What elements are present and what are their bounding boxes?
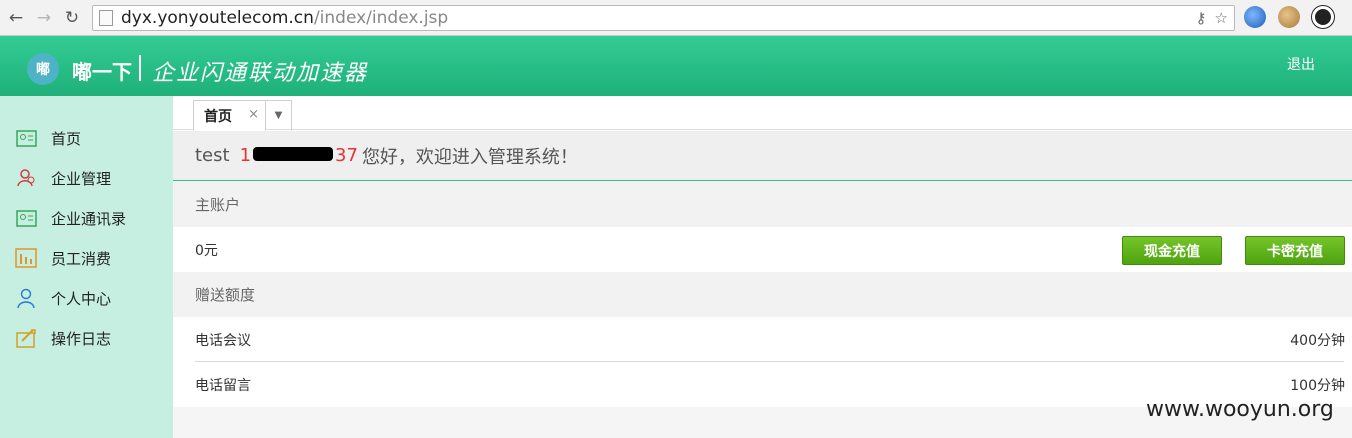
address-bar[interactable]: dyx.yonyoutelecom.cn /index/index.jsp ⚷ … xyxy=(92,5,1235,31)
sidebar-item-consumption[interactable]: 员工消费 xyxy=(0,238,173,278)
ghost-extension-icon[interactable] xyxy=(1312,6,1334,28)
welcome-phone: 1 37 xyxy=(240,145,358,166)
sidebar-item-enterprise[interactable]: 企业管理 xyxy=(0,158,173,198)
app-title: 嘟一下 xyxy=(72,60,132,84)
cookie-extension-icon[interactable] xyxy=(1278,6,1300,28)
title-divider xyxy=(139,55,141,81)
sidebar-item-profile[interactable]: 个人中心 xyxy=(0,278,173,318)
redaction-mark xyxy=(253,147,334,161)
contacts-icon xyxy=(15,208,37,228)
log-icon xyxy=(15,328,37,348)
main-account-header: 主账户 xyxy=(173,182,1352,227)
sidebar-item-label: 企业通讯录 xyxy=(51,209,127,228)
balance-row: 0元 现金充值 卡密充值 xyxy=(173,227,1352,272)
star-icon[interactable]: ☆ xyxy=(1215,9,1228,27)
balance-value: 0元 xyxy=(195,242,218,259)
sidebar-item-label: 操作日志 xyxy=(51,329,112,348)
sidebar-item-label: 个人中心 xyxy=(51,289,112,308)
app-header: 嘟 嘟一下 企业闪通联动加速器 退出 xyxy=(0,36,1352,96)
row-label: 电话留言 xyxy=(195,377,251,394)
id-card-icon xyxy=(15,128,37,148)
row-value: 100分钟 xyxy=(1290,377,1345,394)
sidebar-item-home[interactable]: 首页 xyxy=(0,118,173,158)
reload-icon[interactable]: ↻ xyxy=(60,6,84,30)
card-recharge-button[interactable]: 卡密充值 xyxy=(1245,236,1345,265)
app-subtitle: 企业闪通联动加速器 xyxy=(152,61,369,86)
person-icon xyxy=(15,288,37,308)
section-title: 赠送额度 xyxy=(195,286,256,304)
table-row: 电话会议 400分钟 xyxy=(173,317,1352,362)
tab-label: 首页 xyxy=(204,108,232,125)
page-icon xyxy=(99,10,113,26)
welcome-user: test xyxy=(195,145,230,166)
forward-arrow-icon[interactable]: → xyxy=(32,6,56,30)
bar-chart-icon xyxy=(15,248,37,268)
tab-home[interactable]: 首页 × xyxy=(193,100,266,131)
gift-quota-header: 赠送额度 xyxy=(173,272,1352,317)
sidebar-item-label: 企业管理 xyxy=(51,169,112,188)
tab-strip: 首页 × ▼ xyxy=(173,96,1352,131)
chevron-down-icon[interactable]: ▼ xyxy=(265,100,292,131)
row-label: 电话会议 xyxy=(195,332,251,349)
url-path: /index/index.jsp xyxy=(313,8,449,28)
globe-extension-icon[interactable] xyxy=(1244,6,1266,28)
url-host: dyx.yonyoutelecom.cn xyxy=(121,8,314,28)
sidebar-item-log[interactable]: 操作日志 xyxy=(0,318,173,358)
key-icon[interactable]: ⚷ xyxy=(1196,9,1207,27)
main-content: test 1 37 您好，欢迎进入管理系统！ 主账户 0元 现金充值 卡密充值 赠… xyxy=(173,131,1352,438)
sidebar-item-contacts[interactable]: 企业通讯录 xyxy=(0,198,173,238)
users-icon xyxy=(15,168,37,188)
welcome-bar: test 1 37 您好，欢迎进入管理系统！ xyxy=(173,131,1352,181)
welcome-message: 您好，欢迎进入管理系统！ xyxy=(361,146,578,168)
logout-link[interactable]: 退出 xyxy=(1287,54,1315,74)
sidebar: 首页 企业管理 企业通讯录 员工消费 个人中心 操作日志 xyxy=(0,96,173,438)
close-icon[interactable]: × xyxy=(248,107,259,122)
browser-toolbar: ← → ↻ dyx.yonyoutelecom.cn /index/index.… xyxy=(0,0,1352,36)
sidebar-item-label: 首页 xyxy=(51,129,82,148)
phone-start: 1 xyxy=(239,145,252,166)
cash-recharge-button[interactable]: 现金充值 xyxy=(1122,236,1222,265)
back-arrow-icon[interactable]: ← xyxy=(4,6,28,30)
logo-icon: 嘟 xyxy=(27,53,59,85)
sidebar-item-label: 员工消费 xyxy=(51,249,112,268)
watermark: www.wooyun.org xyxy=(1146,397,1334,422)
phone-end: 37 xyxy=(335,145,358,166)
row-value: 400分钟 xyxy=(1290,332,1345,349)
section-title: 主账户 xyxy=(195,196,241,214)
